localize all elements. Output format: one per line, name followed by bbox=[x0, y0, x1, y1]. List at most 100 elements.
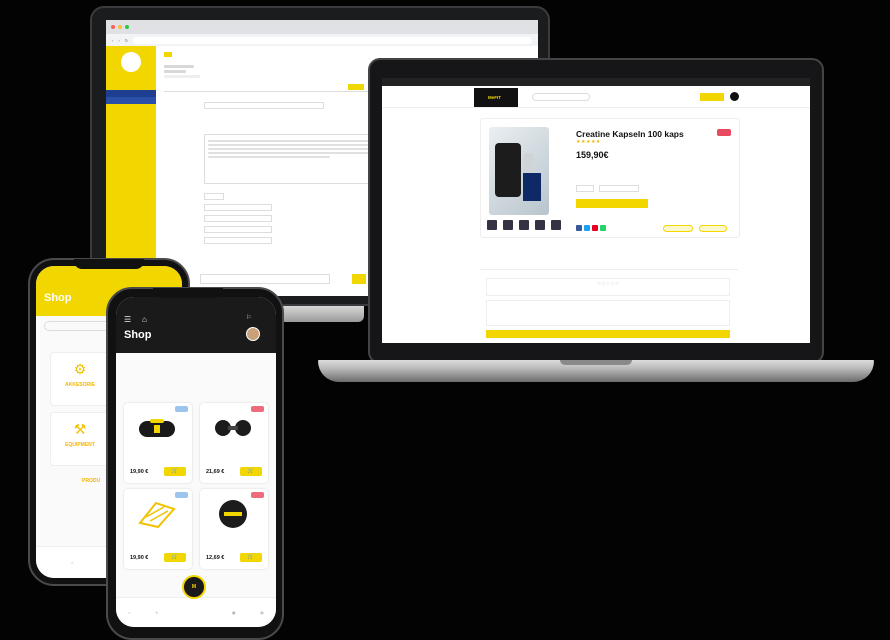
product-price: 159,90€ bbox=[576, 150, 609, 160]
text-field[interactable] bbox=[204, 226, 272, 233]
category-label: EQUIPMENT bbox=[65, 442, 95, 448]
minimize-dot-icon[interactable] bbox=[118, 25, 122, 29]
search-input[interactable] bbox=[532, 93, 590, 101]
share-row bbox=[576, 225, 606, 231]
submit-button[interactable] bbox=[352, 274, 366, 284]
text-field[interactable] bbox=[204, 237, 272, 244]
product-card[interactable]: 21,69 € 🛒 bbox=[200, 403, 268, 483]
product-title: Creatine Kapseln 100 kaps bbox=[576, 129, 684, 139]
shop-topbar bbox=[382, 78, 810, 86]
breadcrumb bbox=[164, 75, 200, 78]
thumbnail[interactable] bbox=[487, 220, 497, 230]
product-card: Creatine Kapseln 100 kaps ★★★★★ 159,90€ bbox=[480, 118, 740, 238]
home-icon[interactable]: ⌂ bbox=[142, 315, 147, 324]
product-image bbox=[212, 413, 254, 443]
phone-notch bbox=[74, 259, 144, 269]
laptop-screen: MeFIT Creatine Kapseln 100 kaps ★★★★★ 15… bbox=[382, 78, 810, 343]
product-image[interactable] bbox=[489, 127, 549, 215]
browser-tab-bar bbox=[106, 20, 538, 34]
phone-front-screen: ☰ ⌂ Shop ⚐ 19,90 € 🛒 21,69 € 🛒 19,90 € 🛒… bbox=[116, 297, 276, 627]
product-image bbox=[136, 499, 178, 529]
pinterest-icon[interactable] bbox=[592, 225, 598, 231]
thumbnail[interactable] bbox=[503, 220, 513, 230]
monitor-stand bbox=[278, 306, 364, 322]
text-field[interactable] bbox=[204, 204, 272, 211]
home-tab-icon[interactable]: ⌂ bbox=[128, 611, 130, 615]
bottom-bar bbox=[200, 274, 330, 284]
wishlist-button[interactable] bbox=[663, 225, 693, 232]
shop-navbar: MeFIT bbox=[382, 86, 810, 108]
product-card[interactable]: 19,90 € 🛒 bbox=[124, 489, 192, 569]
reload-icon[interactable]: ↻ bbox=[125, 38, 128, 43]
variant-select[interactable] bbox=[599, 185, 639, 192]
rating-stars[interactable]: ★★★★★ bbox=[576, 139, 601, 145]
dropdown-field[interactable] bbox=[204, 215, 272, 222]
category-tile[interactable]: ⚒ EQUIPMENT bbox=[50, 412, 110, 466]
add-to-cart-button[interactable]: 🛒 bbox=[240, 467, 262, 476]
add-to-cart-button[interactable] bbox=[576, 199, 648, 208]
submit-review-button[interactable] bbox=[486, 330, 730, 338]
product-tabs bbox=[480, 258, 738, 270]
add-to-cart-button[interactable]: 🛒 bbox=[164, 553, 186, 562]
user-avatar[interactable] bbox=[730, 92, 739, 101]
sidebar-item[interactable] bbox=[106, 104, 156, 111]
name-field[interactable] bbox=[204, 102, 324, 109]
category-tile[interactable]: ⚙ AKKESORIE bbox=[50, 352, 110, 406]
product-badge bbox=[175, 406, 188, 412]
quantity-stepper[interactable] bbox=[576, 185, 594, 192]
back-arrow-icon[interactable]: ‹ bbox=[112, 38, 113, 43]
forward-arrow-icon[interactable]: › bbox=[118, 38, 119, 43]
select-field[interactable] bbox=[204, 193, 224, 200]
login-button[interactable] bbox=[700, 93, 724, 101]
collapse-toggle[interactable] bbox=[164, 52, 172, 57]
phone-front: ☰ ⌂ Shop ⚐ 19,90 € 🛒 21,69 € 🛒 19,90 € 🛒… bbox=[106, 287, 284, 640]
sidebar-item[interactable] bbox=[106, 83, 156, 90]
calendar-tab-icon[interactable]: ▦ bbox=[232, 611, 235, 615]
sidebar-subitem-active[interactable] bbox=[106, 97, 156, 104]
thumbnail[interactable] bbox=[519, 220, 529, 230]
product-thumbnails bbox=[487, 220, 561, 230]
thumbnail[interactable] bbox=[535, 220, 545, 230]
shop-logo[interactable]: MeFIT bbox=[474, 88, 518, 107]
subheading-line bbox=[164, 70, 186, 73]
twitter-icon[interactable] bbox=[584, 225, 590, 231]
product-price: 19,90 € bbox=[130, 469, 149, 475]
save-button[interactable] bbox=[348, 84, 364, 90]
center-logo-button[interactable]: M bbox=[182, 575, 206, 599]
products-link[interactable]: PRODU bbox=[82, 478, 100, 484]
hamburger-menu-icon[interactable]: ☰ bbox=[124, 315, 131, 324]
dumbbell-icon: ⚒ bbox=[73, 421, 87, 437]
sidebar-item[interactable] bbox=[106, 76, 156, 83]
sidebar-item[interactable] bbox=[106, 111, 156, 118]
laptop: MeFIT Creatine Kapseln 100 kaps ★★★★★ 15… bbox=[368, 58, 824, 364]
page-title: Shop bbox=[124, 329, 152, 341]
facebook-icon[interactable] bbox=[576, 225, 582, 231]
section-header bbox=[164, 86, 374, 92]
compare-button[interactable] bbox=[699, 225, 727, 232]
sidebar-item-active[interactable] bbox=[106, 90, 156, 97]
admin-avatar bbox=[121, 52, 141, 72]
maximize-dot-icon[interactable] bbox=[125, 25, 129, 29]
review-rating-box[interactable]: ☆☆☆☆☆ bbox=[486, 278, 730, 296]
bottom-tab-bar: ⌂ ✎ ▦ ▤ bbox=[116, 597, 276, 627]
add-to-cart-button[interactable]: 🛒 bbox=[164, 467, 186, 476]
device-mockup-stage: ‹ › ↻ MeFIT Creatine Kapseln 100 kaps ★★… bbox=[0, 0, 890, 640]
workout-tab-icon[interactable]: ✎ bbox=[155, 611, 158, 615]
close-dot-icon[interactable] bbox=[111, 25, 115, 29]
sale-badge bbox=[717, 129, 731, 136]
product-price: 19,90 € bbox=[130, 555, 149, 561]
home-tab-icon[interactable]: ⌂ bbox=[71, 561, 73, 565]
product-badge bbox=[251, 406, 264, 412]
product-card[interactable]: 19,90 € 🛒 bbox=[124, 403, 192, 483]
review-textarea[interactable] bbox=[486, 300, 730, 326]
share-icon[interactable] bbox=[600, 225, 606, 231]
thumbnail[interactable] bbox=[551, 220, 561, 230]
product-card[interactable]: 12,69 € 🛒 bbox=[200, 489, 268, 569]
product-price: 12,69 € bbox=[206, 555, 225, 561]
address-bar[interactable] bbox=[133, 36, 532, 44]
shop-tab-icon[interactable]: ▤ bbox=[260, 611, 263, 615]
avatar[interactable] bbox=[246, 327, 260, 341]
product-badge bbox=[175, 492, 188, 498]
cart-icon[interactable]: ⚐ bbox=[246, 314, 251, 321]
add-to-cart-button[interactable]: 🛒 bbox=[240, 553, 262, 562]
